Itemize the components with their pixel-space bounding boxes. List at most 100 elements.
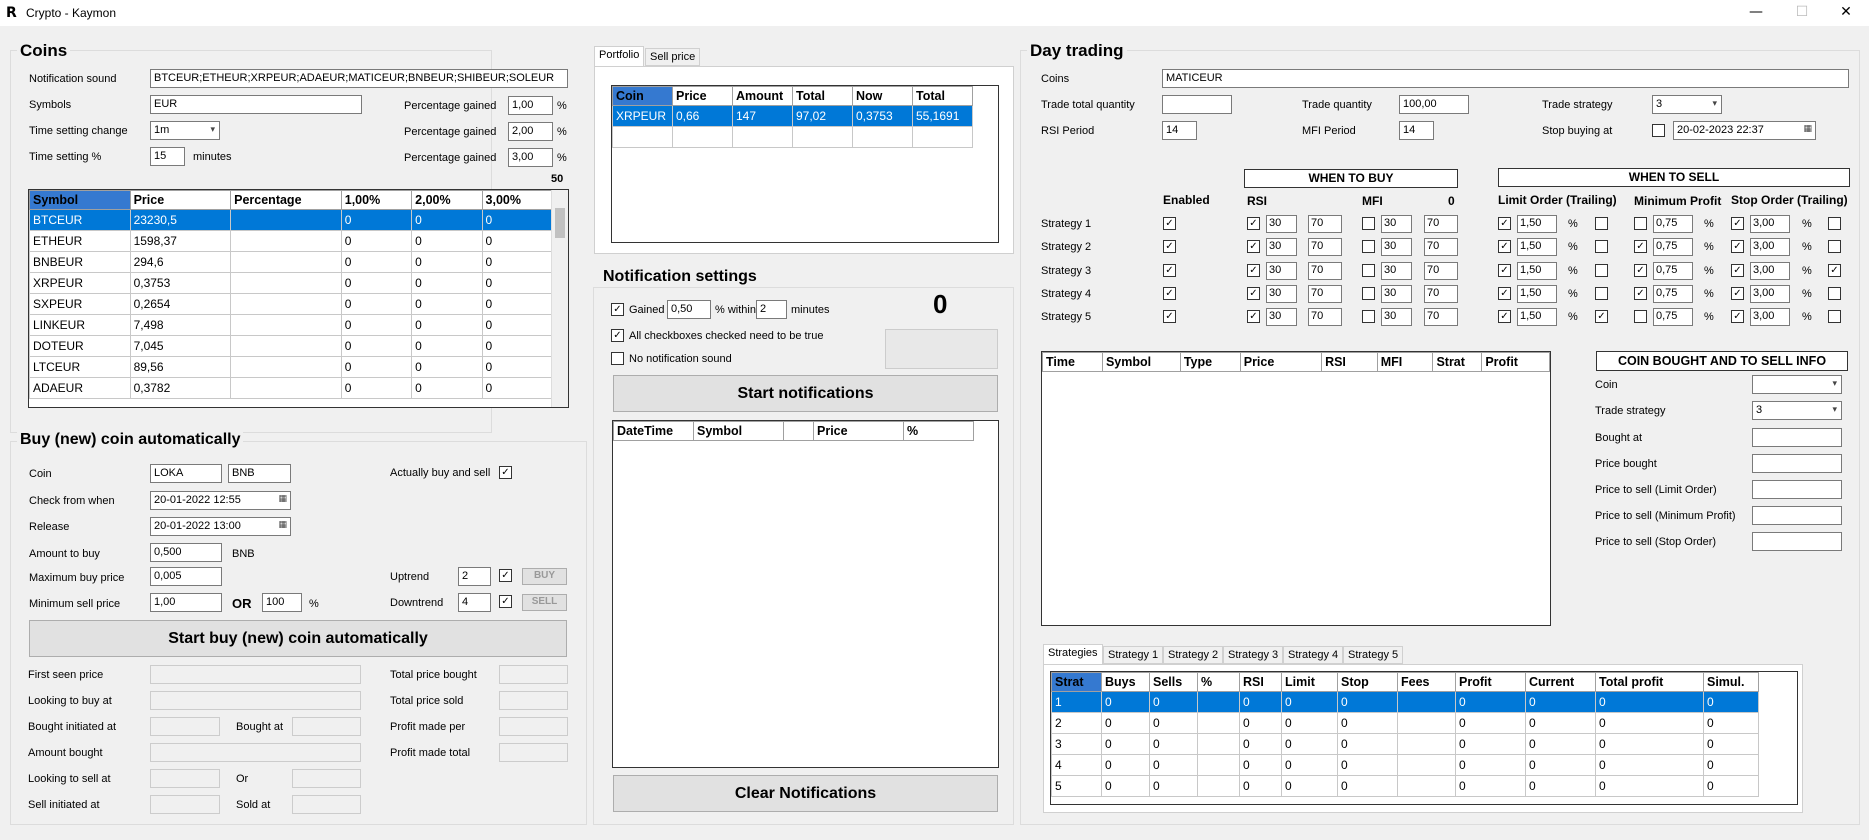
table-row[interactable]: XRPEUR 0,3753 0 0 0 <box>29 272 554 294</box>
tab-sell-price[interactable]: Sell price <box>645 48 701 66</box>
limit-trailing-checkbox[interactable] <box>1595 286 1608 300</box>
info-coin-select[interactable]: ▾ <box>1752 375 1842 394</box>
table-row[interactable]: 3000000000 <box>1051 733 1759 755</box>
rsi-checkbox[interactable]: ✓ <box>1247 217 1260 230</box>
table-row[interactable]: BNBEUR 294,6 0 0 0 <box>29 251 554 273</box>
tab-strategy-1[interactable]: Strategy 1 <box>1103 646 1164 664</box>
limit-checkbox[interactable]: ✓ <box>1498 240 1511 254</box>
info-bought-at-field[interactable] <box>1752 428 1842 447</box>
percentage-stepper-2[interactable]: 2,00 <box>508 122 553 141</box>
scrollbar-thumb[interactable] <box>555 208 565 238</box>
rsi-checkbox[interactable]: ✓ <box>1247 240 1260 254</box>
column-header[interactable]: Price <box>672 86 733 106</box>
column-header[interactable]: Profit <box>1455 672 1526 692</box>
rsi-checkbox[interactable]: ✓ <box>1247 310 1260 324</box>
column-header[interactable]: Coin <box>612 86 673 106</box>
table-row[interactable]: DOTEUR 7,045 0 0 0 <box>29 335 554 357</box>
rsi-low-stepper[interactable]: 30 <box>1266 215 1297 233</box>
symbols-input[interactable]: EUR <box>150 95 362 114</box>
strategy-enabled-checkbox[interactable]: ✓ <box>1163 286 1176 300</box>
tab-portfolio[interactable]: Portfolio <box>594 46 645 66</box>
table-row[interactable]: 1000000000 <box>1051 691 1759 713</box>
notification-sound-input[interactable]: BTCEUR;ETHEUR;XRPEUR;ADAEUR;MATICEUR;BNB… <box>150 69 568 88</box>
table-row[interactable]: ETHEUR 1598,37 0 0 0 <box>29 230 554 252</box>
table-row[interactable]: 5000000000 <box>1051 775 1759 797</box>
column-header[interactable]: Symbol <box>29 190 131 210</box>
info-limit-field[interactable] <box>1752 480 1842 499</box>
limit-trailing-checkbox[interactable] <box>1595 217 1608 230</box>
mfi-high-stepper[interactable]: 70 <box>1424 284 1458 303</box>
dt-coins-input[interactable]: MATICEUR <box>1162 69 1849 88</box>
stop-trailing-checkbox[interactable] <box>1828 217 1841 230</box>
mfi-low-stepper[interactable]: 30 <box>1381 308 1412 327</box>
column-header[interactable]: Symbol <box>1101 352 1181 372</box>
column-header[interactable]: Total <box>912 86 973 106</box>
column-header[interactable]: % <box>1197 672 1240 692</box>
table-row[interactable]: LTCEUR 89,56 0 0 0 <box>29 356 554 378</box>
rsi-low-stepper[interactable]: 30 <box>1266 238 1297 257</box>
minimize-button[interactable]: — <box>1733 0 1779 26</box>
mfi-high-stepper[interactable]: 70 <box>1424 238 1458 257</box>
rsi-low-stepper[interactable]: 30 <box>1266 284 1297 303</box>
limit-stepper[interactable]: 1,50 <box>1517 284 1557 303</box>
min-profit-stepper[interactable]: 0,75 <box>1653 261 1693 280</box>
column-header[interactable]: Stop <box>1337 672 1398 692</box>
mfi-checkbox[interactable] <box>1362 263 1375 277</box>
info-stop-field[interactable] <box>1752 532 1842 551</box>
column-header[interactable]: 2,00% <box>411 190 483 210</box>
column-header[interactable] <box>783 421 814 441</box>
stop-stepper[interactable]: 3,00 <box>1750 261 1790 280</box>
tab-strategy-5[interactable]: Strategy 5 <box>1343 646 1404 664</box>
rsi-high-stepper[interactable]: 70 <box>1308 308 1342 327</box>
info-price-bought-field[interactable] <box>1752 454 1842 473</box>
min-profit-stepper[interactable]: 0,75 <box>1653 238 1693 257</box>
table-row[interactable]: SXPEUR 0,2654 0 0 0 <box>29 293 554 315</box>
stop-trailing-checkbox[interactable] <box>1828 240 1841 254</box>
rsi-low-stepper[interactable]: 30 <box>1266 308 1297 327</box>
min-profit-stepper[interactable]: 0,75 <box>1653 284 1693 303</box>
info-ts-select[interactable]: 3 ▾ <box>1752 401 1842 420</box>
column-header[interactable]: Now <box>852 86 913 106</box>
table-row[interactable]: 2000000000 <box>1051 712 1759 734</box>
mfi-checkbox[interactable] <box>1362 310 1375 324</box>
column-header[interactable]: Profit <box>1481 352 1550 372</box>
column-header[interactable]: MFI <box>1376 352 1434 372</box>
stop-trailing-checkbox[interactable] <box>1828 310 1841 324</box>
maximize-button[interactable]: ☐ <box>1779 0 1825 26</box>
limit-checkbox[interactable]: ✓ <box>1498 263 1511 277</box>
trades-table[interactable]: Time Symbol Type Price RSI MFI Strat Profit <box>1041 351 1551 626</box>
tab-strategy-0[interactable]: Strategies <box>1043 644 1103 664</box>
column-header[interactable]: Simul. <box>1703 672 1759 692</box>
mfi-checkbox[interactable] <box>1362 217 1375 230</box>
column-header[interactable]: Fees <box>1397 672 1456 692</box>
min-profit-checkbox[interactable] <box>1634 310 1647 324</box>
rsi-high-stepper[interactable]: 70 <box>1308 215 1342 233</box>
table-row[interactable]: BTCEUR 23230,5 0 0 0 <box>29 209 554 231</box>
column-header[interactable]: Buys <box>1101 672 1150 692</box>
ts-select[interactable]: 3 ▾ <box>1652 95 1722 114</box>
percentage-stepper-3[interactable]: 3,00 <box>508 148 553 167</box>
column-header[interactable]: Amount <box>732 86 793 106</box>
limit-stepper[interactable]: 1,50 <box>1517 238 1557 257</box>
check-from-datepicker[interactable]: 20-01-2022 12:55 ▦ <box>150 491 291 510</box>
stop-checkbox[interactable]: ✓ <box>1731 310 1744 324</box>
sell-button[interactable]: SELL <box>522 594 567 611</box>
info-minp-field[interactable] <box>1752 506 1842 525</box>
rsi-high-stepper[interactable]: 70 <box>1308 238 1342 257</box>
column-header[interactable]: Strat <box>1432 352 1483 372</box>
coin-pair-input[interactable]: BNB <box>228 464 291 483</box>
limit-checkbox[interactable]: ✓ <box>1498 217 1511 230</box>
stop-stepper[interactable]: 3,00 <box>1750 238 1790 257</box>
tab-strategy-3[interactable]: Strategy 3 <box>1223 646 1284 664</box>
column-header[interactable]: Strat <box>1051 672 1102 692</box>
scrollbar[interactable] <box>551 190 568 407</box>
column-header[interactable]: Type <box>1179 352 1241 372</box>
mfi-low-stepper[interactable]: 30 <box>1381 261 1412 280</box>
mfi-low-stepper[interactable]: 30 <box>1381 284 1412 303</box>
rsi-high-stepper[interactable]: 70 <box>1308 284 1342 303</box>
column-header[interactable]: RSI <box>1321 352 1378 372</box>
strategy-enabled-checkbox[interactable]: ✓ <box>1163 263 1176 277</box>
rsi-low-stepper[interactable]: 30 <box>1266 261 1297 280</box>
coin-input[interactable]: LOKA <box>150 464 222 483</box>
table-row[interactable]: 4000000000 <box>1051 754 1759 776</box>
